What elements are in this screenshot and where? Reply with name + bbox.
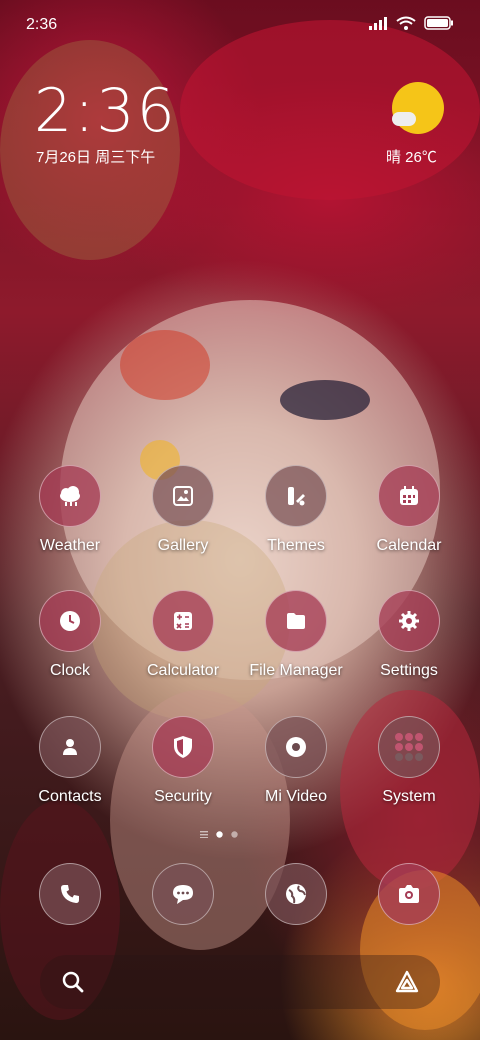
signal-icon xyxy=(368,16,388,30)
camera-icon xyxy=(378,863,440,925)
clock-icon xyxy=(39,590,101,652)
app-system-folder[interactable]: System xyxy=(354,716,464,806)
app-label: File Manager xyxy=(249,662,343,679)
page-dot xyxy=(231,830,238,838)
assistant-icon[interactable] xyxy=(394,969,420,995)
video-icon xyxy=(265,716,327,778)
app-weather[interactable]: Weather xyxy=(15,465,125,555)
gallery-icon xyxy=(152,465,214,527)
messages-icon xyxy=(152,863,214,925)
app-contacts[interactable]: Contacts xyxy=(15,716,125,806)
app-label: Clock xyxy=(49,662,90,679)
gear-icon xyxy=(378,590,440,652)
sun-icon[interactable] xyxy=(392,82,444,134)
app-label: Security xyxy=(154,788,212,805)
browser-icon xyxy=(265,863,327,925)
app-label: Mi Video xyxy=(265,788,327,805)
weather-widget-text: 晴 26℃ xyxy=(386,149,437,166)
app-label: Contacts xyxy=(38,788,102,805)
app-label: Calculator xyxy=(146,662,220,679)
page-indicator[interactable] xyxy=(200,830,238,838)
dock-messages[interactable] xyxy=(128,863,238,925)
page-list-icon xyxy=(200,830,208,838)
shield-icon xyxy=(152,716,214,778)
dock-phone[interactable] xyxy=(15,863,125,925)
status-bar: 2:36 xyxy=(0,0,480,50)
wifi-icon xyxy=(396,16,416,30)
dock-camera[interactable] xyxy=(354,863,464,925)
search-bar[interactable] xyxy=(40,955,440,1009)
phone-icon xyxy=(39,863,101,925)
clock-widget-time[interactable]: 2:36 xyxy=(34,76,177,146)
app-label: Settings xyxy=(380,662,438,679)
app-label: System xyxy=(382,788,436,805)
app-calculator[interactable]: Calculator xyxy=(128,590,238,680)
calculator-icon xyxy=(152,590,214,652)
folder-grid-icon xyxy=(378,716,440,778)
calendar-icon xyxy=(378,465,440,527)
dock-browser[interactable] xyxy=(241,863,351,925)
app-file-manager[interactable]: File Manager xyxy=(241,590,351,680)
cloud-icon xyxy=(392,112,416,126)
app-label: Calendar xyxy=(376,537,442,554)
themes-icon xyxy=(265,465,327,527)
page-dot-active xyxy=(216,830,223,838)
app-security[interactable]: Security xyxy=(128,716,238,806)
search-icon[interactable] xyxy=(62,971,84,993)
status-time: 2:36 xyxy=(26,16,58,33)
weather-app-icon xyxy=(39,465,101,527)
contacts-icon xyxy=(39,716,101,778)
app-label: Themes xyxy=(267,537,325,554)
app-themes[interactable]: Themes xyxy=(241,465,351,555)
app-clock[interactable]: Clock xyxy=(15,590,125,680)
clock-widget-date: 7月26日 周三下午 xyxy=(36,149,156,166)
app-label: Gallery xyxy=(157,537,209,554)
battery-icon xyxy=(424,16,454,30)
app-label: Weather xyxy=(39,537,101,554)
app-mi-video[interactable]: Mi Video xyxy=(241,716,351,806)
app-gallery[interactable]: Gallery xyxy=(128,465,238,555)
folder-icon xyxy=(265,590,327,652)
app-settings[interactable]: Settings xyxy=(354,590,464,680)
app-calendar[interactable]: Calendar xyxy=(354,465,464,555)
